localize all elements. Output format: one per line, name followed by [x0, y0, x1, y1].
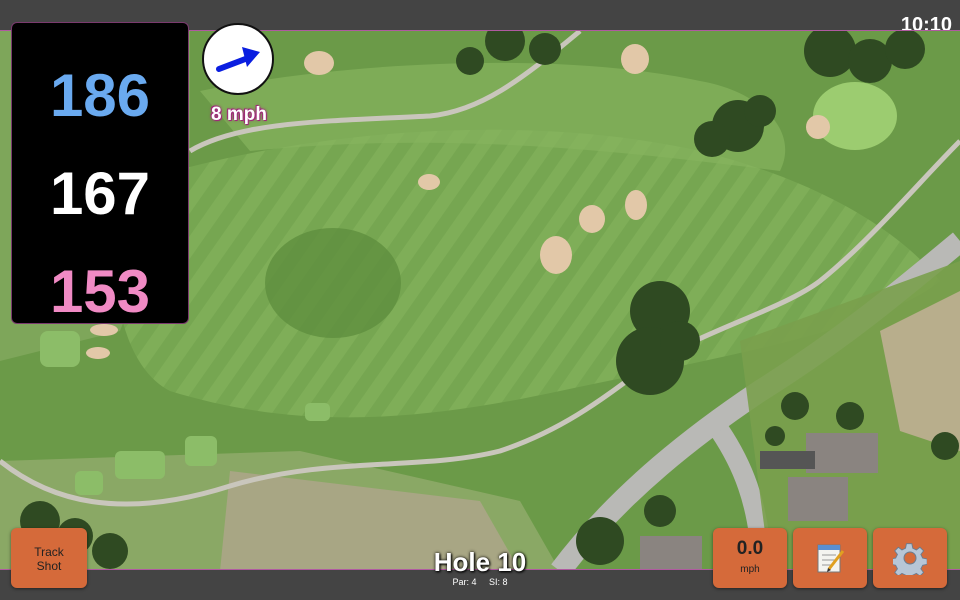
wind-indicator — [202, 23, 274, 95]
speed-unit: mph — [740, 564, 760, 575]
wind-speed-label: 8 mph — [211, 104, 267, 125]
settings-button[interactable] — [873, 528, 947, 588]
notepad-icon — [817, 544, 845, 573]
track-shot-label-line2: Shot — [36, 559, 62, 573]
hole-title: Hole 10 — [433, 547, 527, 577]
speed-button[interactable]: 0.0 mph — [713, 528, 787, 588]
back-of-green-yardage: 186 — [49, 62, 151, 129]
track-shot-button[interactable]: Track Shot — [11, 528, 87, 588]
gear-icon — [893, 543, 927, 575]
yardage-panel: 186 167 153 — [11, 22, 189, 325]
track-shot-label-line1: Track — [34, 545, 64, 559]
middle-of-green-yardage: 167 — [49, 160, 151, 227]
front-of-green-yardage: 153 — [49, 258, 151, 325]
stroke-index-label: SI: 8 — [489, 577, 508, 587]
wind-direction-arrow-icon — [216, 47, 260, 72]
hole-info: Par: 4 SI: 8 — [380, 577, 580, 587]
speed-value: 0.0 — [736, 538, 764, 559]
par-label: Par: 4 — [452, 577, 477, 587]
notes-button[interactable] — [793, 528, 867, 588]
